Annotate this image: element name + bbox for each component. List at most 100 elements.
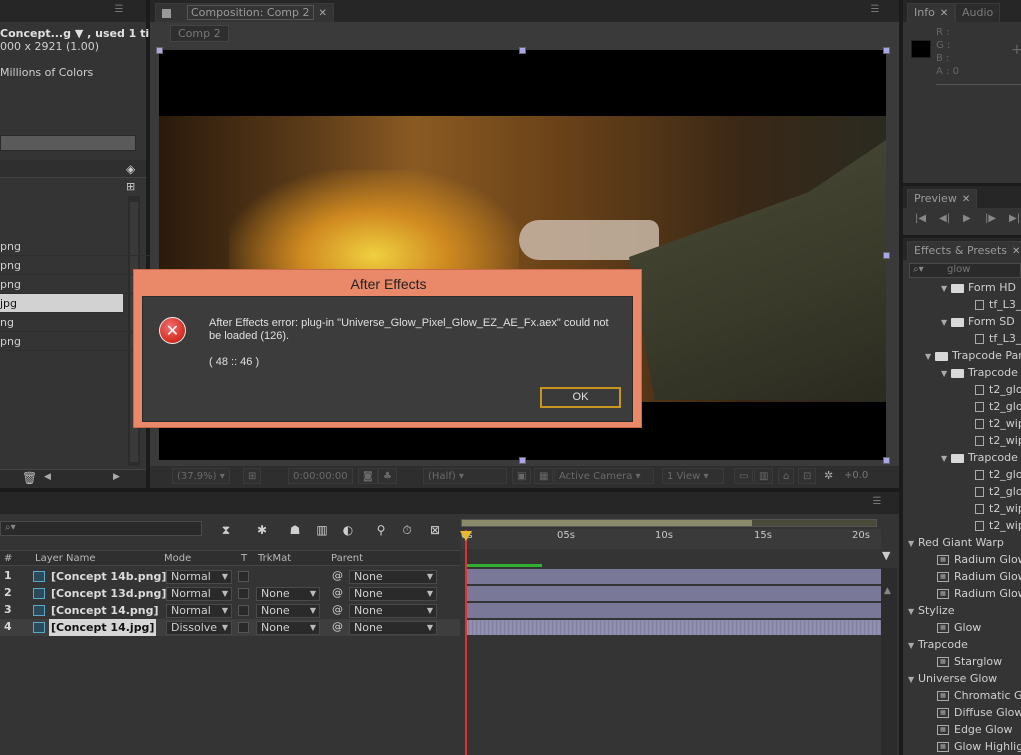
tab-effects-presets[interactable]: Effects & Presets ✕ xyxy=(907,241,1021,260)
comp-button-icon[interactable]: ▼ xyxy=(882,549,890,562)
effects-item[interactable]: ▦ Radium Glow xyxy=(937,568,1021,585)
timeline-scrollbar[interactable] xyxy=(881,568,897,755)
mode-dropdown[interactable]: Dissolve ▼ xyxy=(166,621,232,635)
playhead-marker-icon[interactable] xyxy=(460,531,472,541)
effects-preset[interactable]: t2_glo xyxy=(975,466,1021,483)
render-icon[interactable]: ▥ xyxy=(754,468,774,484)
timecode-field[interactable]: 0:00:00:00 xyxy=(288,468,353,484)
preserve-transparency-checkbox[interactable] xyxy=(238,622,249,633)
flowchart-icon[interactable]: ⊞ xyxy=(126,180,135,193)
scroll-up-icon[interactable]: ▲ xyxy=(884,586,891,596)
label-tag-icon[interactable]: ◈ xyxy=(126,162,135,176)
parent-dropdown[interactable]: None ▼ xyxy=(349,587,437,601)
layer-name[interactable]: [Concept 14.jpg] xyxy=(49,619,157,636)
draft-3d-icon[interactable]: ✱ xyxy=(254,522,270,538)
region-icon[interactable]: ▣ xyxy=(512,468,532,484)
viewer-handle[interactable] xyxy=(156,47,163,54)
preserve-transparency-checkbox[interactable] xyxy=(238,605,249,616)
preserve-transparency-checkbox[interactable] xyxy=(238,571,249,582)
scroll-left-icon[interactable]: ◀ xyxy=(44,472,51,482)
exposure-value[interactable]: +0.0 xyxy=(844,470,868,481)
panel-menu-icon[interactable]: ☰ xyxy=(868,4,882,16)
close-icon[interactable]: ✕ xyxy=(962,194,970,205)
effects-item[interactable]: ▦ Glow Highlig xyxy=(937,738,1021,755)
effects-item[interactable]: ▦ Edge Glow xyxy=(937,721,1013,738)
expand-icon[interactable]: ▼ xyxy=(941,280,951,296)
effects-category[interactable]: ▼ Trapcode xyxy=(908,636,968,653)
trkmat-dropdown[interactable]: None ▼ xyxy=(256,604,320,618)
preserve-transparency-checkbox[interactable] xyxy=(238,588,249,599)
layer-name[interactable]: [Concept 13d.png] xyxy=(51,585,166,602)
work-area-bar[interactable] xyxy=(461,519,877,527)
first-frame-icon[interactable]: |◀ xyxy=(915,213,926,224)
effects-preset[interactable]: t2_glo xyxy=(975,381,1021,398)
expand-icon[interactable]: ▼ xyxy=(908,671,918,688)
mode-dropdown[interactable]: Normal ▼ xyxy=(166,570,232,584)
frame-blend-icon[interactable]: ▥ xyxy=(314,522,330,538)
layer-duration-bar[interactable] xyxy=(465,620,881,635)
comp-mini-flowchart-icon[interactable]: ⧗ xyxy=(218,522,234,538)
close-icon[interactable]: ✕ xyxy=(319,8,327,19)
expand-icon[interactable]: ▼ xyxy=(908,637,918,654)
effects-folder[interactable]: ▼ Form SD xyxy=(941,313,1021,330)
flow-icon[interactable]: ⌂ xyxy=(778,468,795,484)
close-icon[interactable]: ✕ xyxy=(1012,246,1020,257)
layer-duration-bar[interactable] xyxy=(465,603,881,618)
project-file-5[interactable]: png xyxy=(0,332,150,351)
panel-menu-icon[interactable]: ☰ xyxy=(870,496,884,508)
viewer-handle[interactable] xyxy=(519,457,526,464)
expand-icon[interactable]: ▼ xyxy=(908,603,918,620)
comp-breadcrumb[interactable]: Comp 2 xyxy=(170,25,229,42)
toggle-icon[interactable]: ▭ xyxy=(734,468,754,484)
grid-icon[interactable]: ⊞ xyxy=(243,468,262,484)
pickwhip-icon[interactable]: @ xyxy=(332,569,343,582)
scroll-right-icon[interactable]: ▶ xyxy=(113,472,120,482)
timeline-search-input[interactable]: ⌕▾ xyxy=(0,521,202,536)
effects-search-input[interactable]: ⌕▾ glow xyxy=(909,263,1021,278)
effects-folder[interactable]: ▼ Form HD xyxy=(941,279,1021,296)
project-file-3[interactable]: jpg xyxy=(0,294,123,313)
layer-name[interactable]: [Concept 14b.png] xyxy=(51,568,166,585)
shy-icon[interactable]: ☗ xyxy=(287,522,303,538)
expand-icon[interactable]: ▼ xyxy=(908,535,918,552)
resolution-dropdown[interactable]: (Half) ▾ xyxy=(423,468,507,484)
effects-folder[interactable]: ▼ Trapcode xyxy=(941,364,1021,381)
pickwhip-icon[interactable]: @ xyxy=(332,586,343,599)
stopwatch-icon[interactable]: ⏱ xyxy=(399,522,415,538)
expand-icon[interactable]: ▼ xyxy=(925,348,935,364)
effects-preset[interactable]: t2_wip xyxy=(975,517,1021,534)
effects-item[interactable]: ▦ Starglow xyxy=(937,653,1002,670)
effects-preset[interactable]: t2_glo xyxy=(975,483,1021,500)
effects-item[interactable]: ▦ Diffuse Glow xyxy=(937,704,1021,721)
mode-dropdown[interactable]: Normal ▼ xyxy=(166,604,232,618)
layer-row[interactable]: 3 [Concept 14.png] Normal ▼ None ▼ @ None ▼ xyxy=(0,602,460,619)
effects-preset[interactable]: tf_L3_ xyxy=(975,296,1021,313)
effects-category[interactable]: ▼ Stylize xyxy=(908,602,954,619)
layer-name[interactable]: [Concept 14.png] xyxy=(51,602,159,619)
tab-audio[interactable]: Audio xyxy=(955,3,1001,22)
color-icon[interactable]: ♣ xyxy=(378,468,397,484)
layer-row[interactable]: 2 [Concept 13d.png] Normal ▼ None ▼ @ None ▼ xyxy=(0,585,460,602)
effects-item[interactable]: ▦ Radium Glow xyxy=(937,585,1021,602)
project-search-input[interactable] xyxy=(0,135,136,151)
viewer-handle[interactable] xyxy=(883,47,890,54)
next-frame-icon[interactable]: |▶ xyxy=(985,213,996,224)
project-file-0[interactable]: png xyxy=(0,237,150,256)
graph-editor-icon[interactable]: ⊠ xyxy=(427,522,443,538)
effects-folder[interactable]: ▼ Trapcode xyxy=(941,449,1021,466)
transparency-icon[interactable]: ▦ xyxy=(534,468,554,484)
viewer-handle[interactable] xyxy=(519,47,526,54)
view-dropdown[interactable]: 1 View ▾ xyxy=(662,468,724,484)
effects-item[interactable]: ▦ Chromatic Gl xyxy=(937,687,1021,704)
expand-icon[interactable]: ▼ xyxy=(941,365,951,381)
effects-preset[interactable]: t2_wip xyxy=(975,415,1021,432)
expand-icon[interactable]: ▼ xyxy=(941,450,951,466)
trkmat-dropdown[interactable]: None ▼ xyxy=(256,621,320,635)
snapshot-icon[interactable]: ⊡ xyxy=(798,468,817,484)
viewer-handle[interactable] xyxy=(883,252,890,259)
layer-duration-bar[interactable] xyxy=(465,586,881,601)
viewer-handle[interactable] xyxy=(883,457,890,464)
exposure-icon[interactable]: ✲ xyxy=(824,469,833,482)
panel-menu-icon[interactable]: ☰ xyxy=(112,4,126,16)
trash-icon[interactable]: 🗑 xyxy=(22,471,37,485)
